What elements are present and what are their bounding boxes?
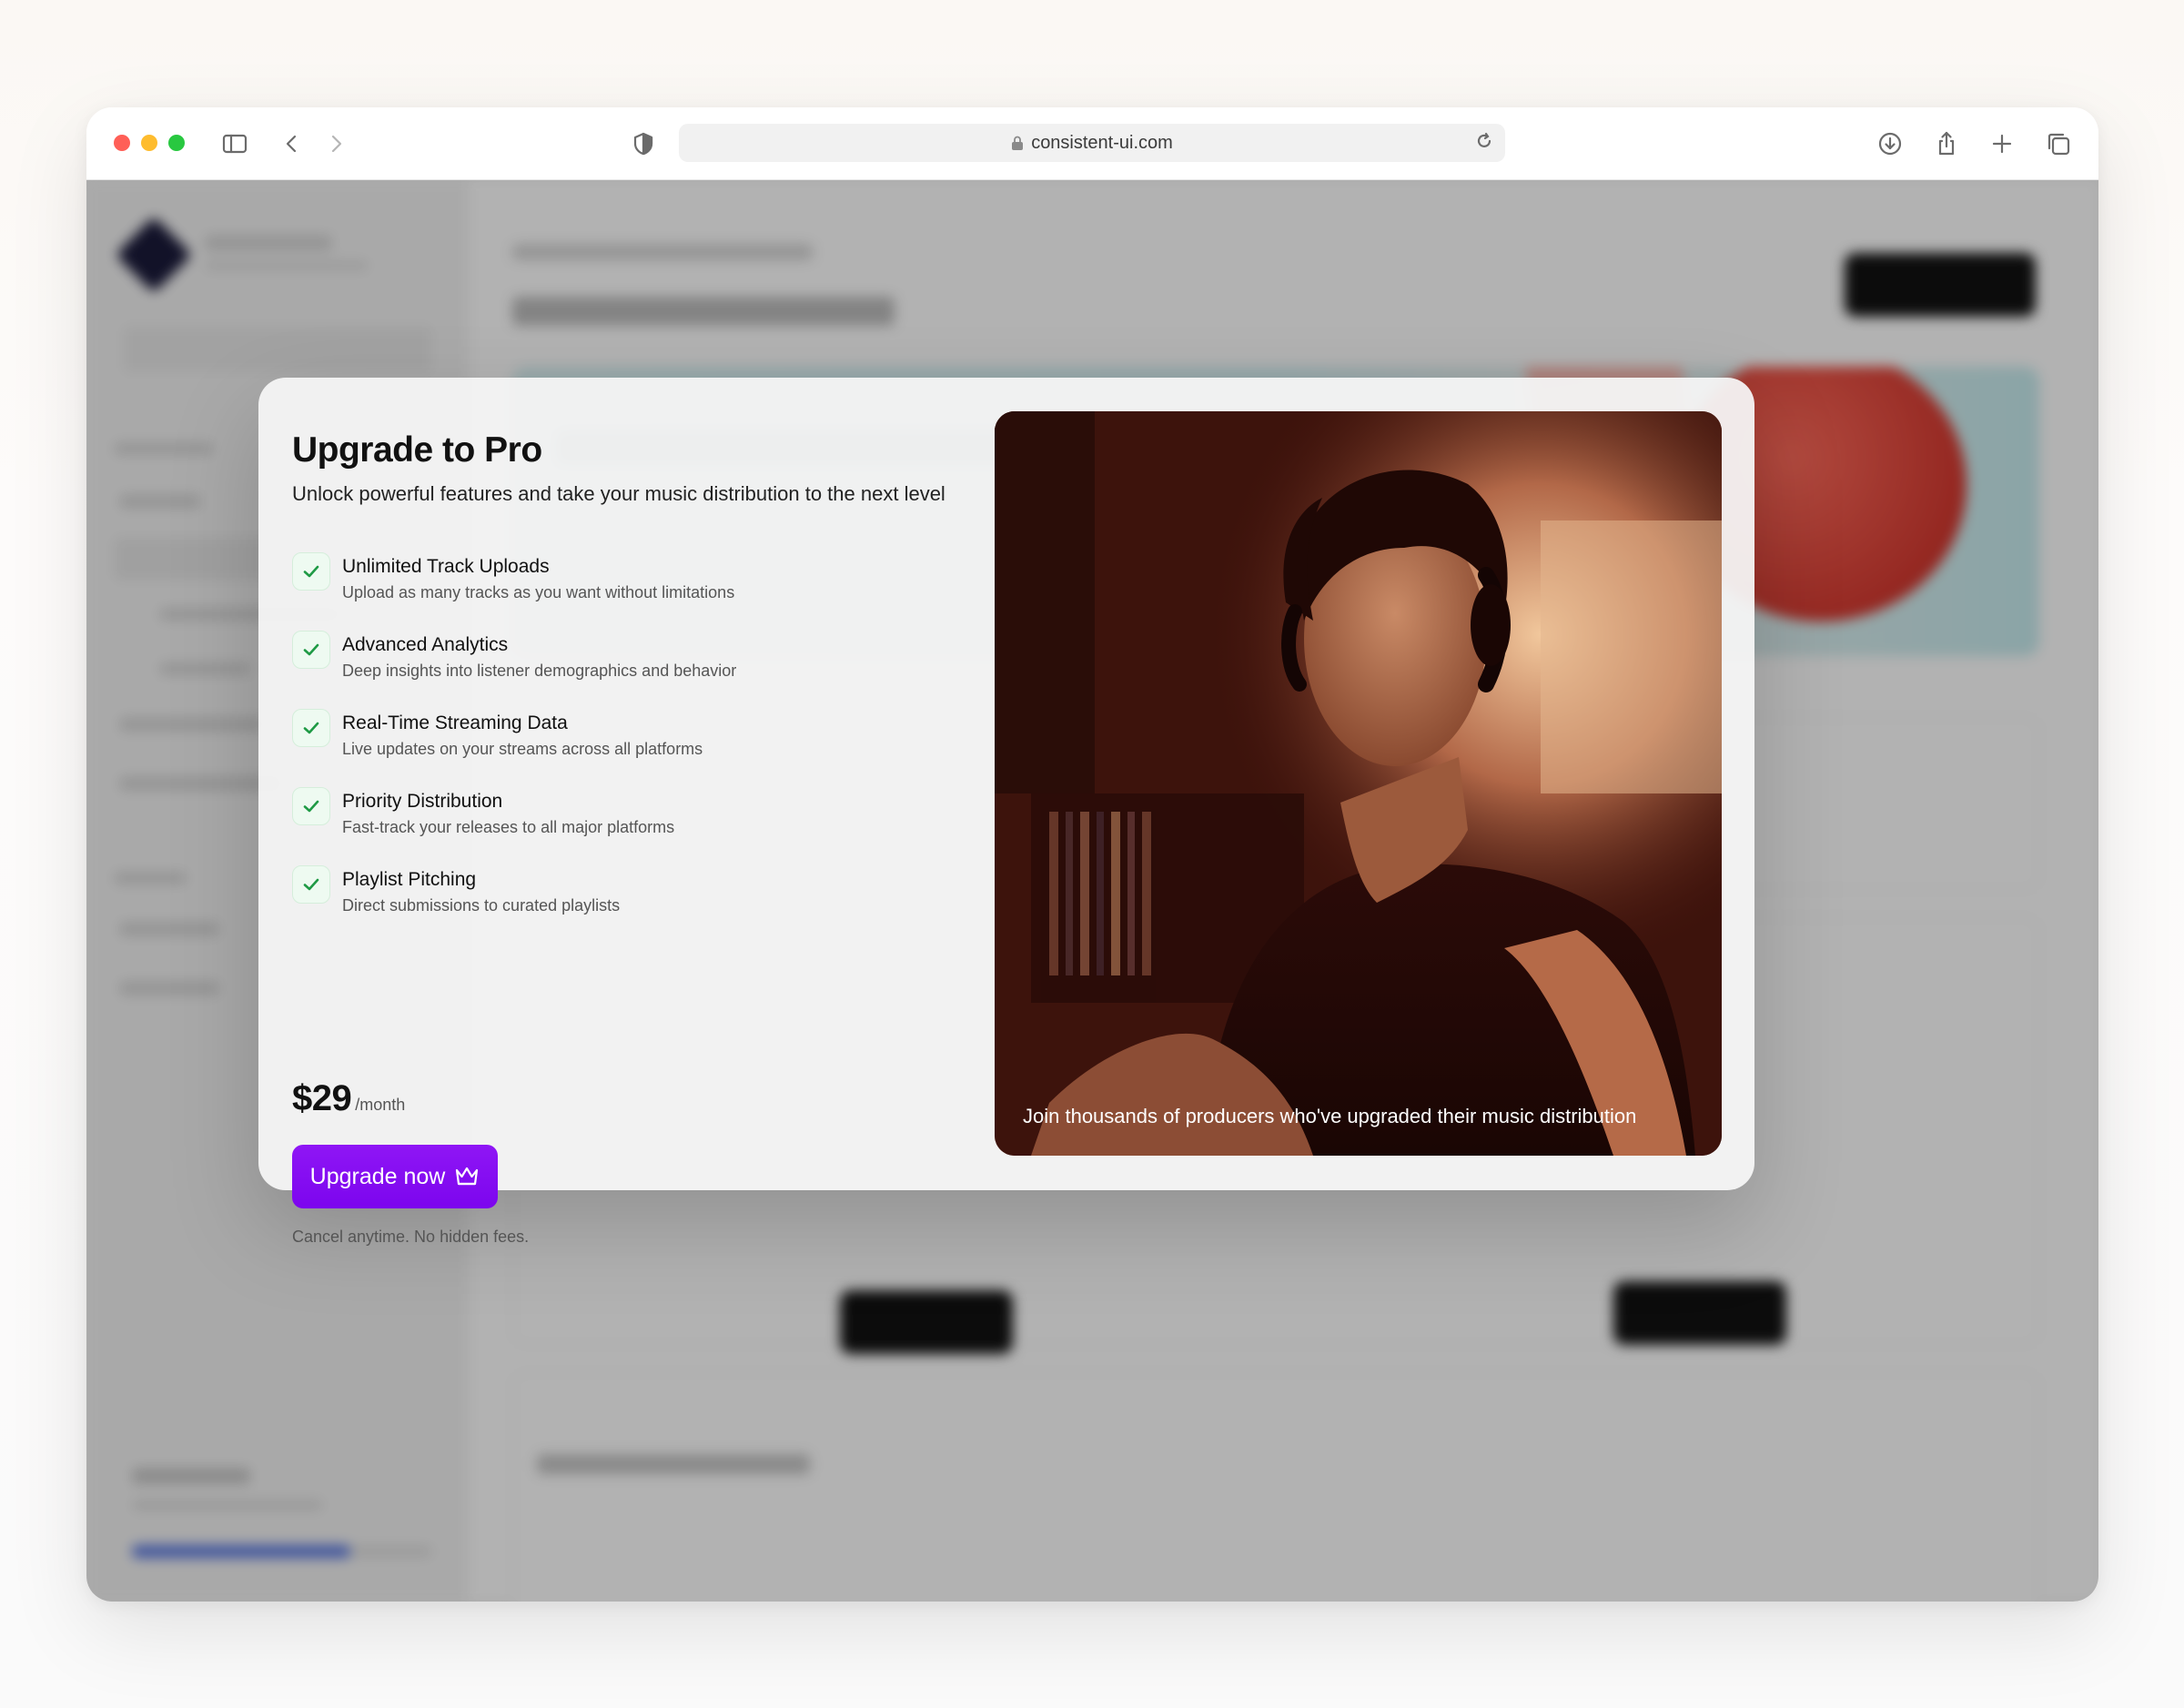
- feature-title: Playlist Pitching: [342, 869, 477, 890]
- address-bar[interactable]: consistent-ui.com: [679, 124, 1505, 162]
- feature-item: Real-Time Streaming Data Live updates on…: [292, 709, 929, 773]
- upgrade-modal: Upgrade to Pro Unlock powerful features …: [258, 378, 1754, 1246]
- price-period: /month: [355, 1096, 406, 1114]
- photo-caption: Join thousands of producers who've upgra…: [1023, 1105, 1637, 1127]
- minimize-window-button[interactable]: [141, 135, 157, 151]
- feature-description: Direct submissions to curated playlists: [342, 896, 621, 915]
- price-amount: $29: [292, 1078, 352, 1118]
- zoom-window-button[interactable]: [168, 135, 185, 151]
- share-icon[interactable]: [1930, 127, 1963, 160]
- back-icon[interactable]: [276, 127, 308, 160]
- new-tab-icon[interactable]: [1986, 127, 2018, 160]
- feature-title: Advanced Analytics: [342, 634, 509, 655]
- tab-overview-icon[interactable]: [2042, 127, 2075, 160]
- url-text: consistent-ui.com: [1031, 132, 1173, 153]
- feature-title: Unlimited Track Uploads: [342, 556, 550, 577]
- feature-description: Upload as many tracks as you want withou…: [342, 583, 735, 601]
- crown-icon: [456, 1167, 479, 1186]
- feature-item: Priority Distribution Fast-track your re…: [292, 787, 929, 851]
- sidebar-toggle-icon[interactable]: [218, 127, 251, 160]
- fine-print: Cancel anytime. No hidden fees.: [292, 1228, 530, 1246]
- feature-item: Unlimited Track Uploads Upload as many t…: [292, 552, 929, 616]
- check-icon: [292, 709, 330, 747]
- modal-title: Upgrade to Pro: [292, 430, 542, 470]
- reload-icon[interactable]: [1474, 131, 1498, 155]
- check-icon: [292, 865, 330, 904]
- check-icon: [292, 552, 330, 591]
- feature-title: Priority Distribution: [342, 791, 503, 812]
- check-icon: [292, 631, 330, 669]
- feature-description: Fast-track your releases to all major pl…: [342, 818, 675, 836]
- feature-item: Advanced Analytics Deep insights into li…: [292, 631, 929, 694]
- feature-title: Real-Time Streaming Data: [342, 713, 568, 733]
- browser-toolbar: consistent-ui.com: [86, 107, 2098, 180]
- upgrade-now-button[interactable]: Upgrade now: [292, 1145, 498, 1208]
- check-icon: [292, 787, 330, 825]
- feature-description: Deep insights into listener demographics…: [342, 662, 737, 680]
- lock-icon: [1012, 136, 1024, 150]
- producer-photo: Join thousands of producers who've upgra…: [995, 411, 1722, 1156]
- feature-item: Playlist Pitching Direct submissions to …: [292, 865, 929, 929]
- feature-description: Live updates on your streams across all …: [342, 740, 703, 758]
- forward-icon[interactable]: [319, 127, 352, 160]
- producer-photo-image: [995, 411, 1722, 1156]
- modal-subtitle: Unlock powerful features and take your m…: [292, 482, 945, 505]
- close-window-button[interactable]: [114, 135, 130, 151]
- upgrade-now-label: Upgrade now: [309, 1163, 446, 1189]
- privacy-shield-icon[interactable]: [627, 127, 660, 160]
- download-icon[interactable]: [1874, 127, 1906, 160]
- price: $29/month: [292, 1078, 405, 1119]
